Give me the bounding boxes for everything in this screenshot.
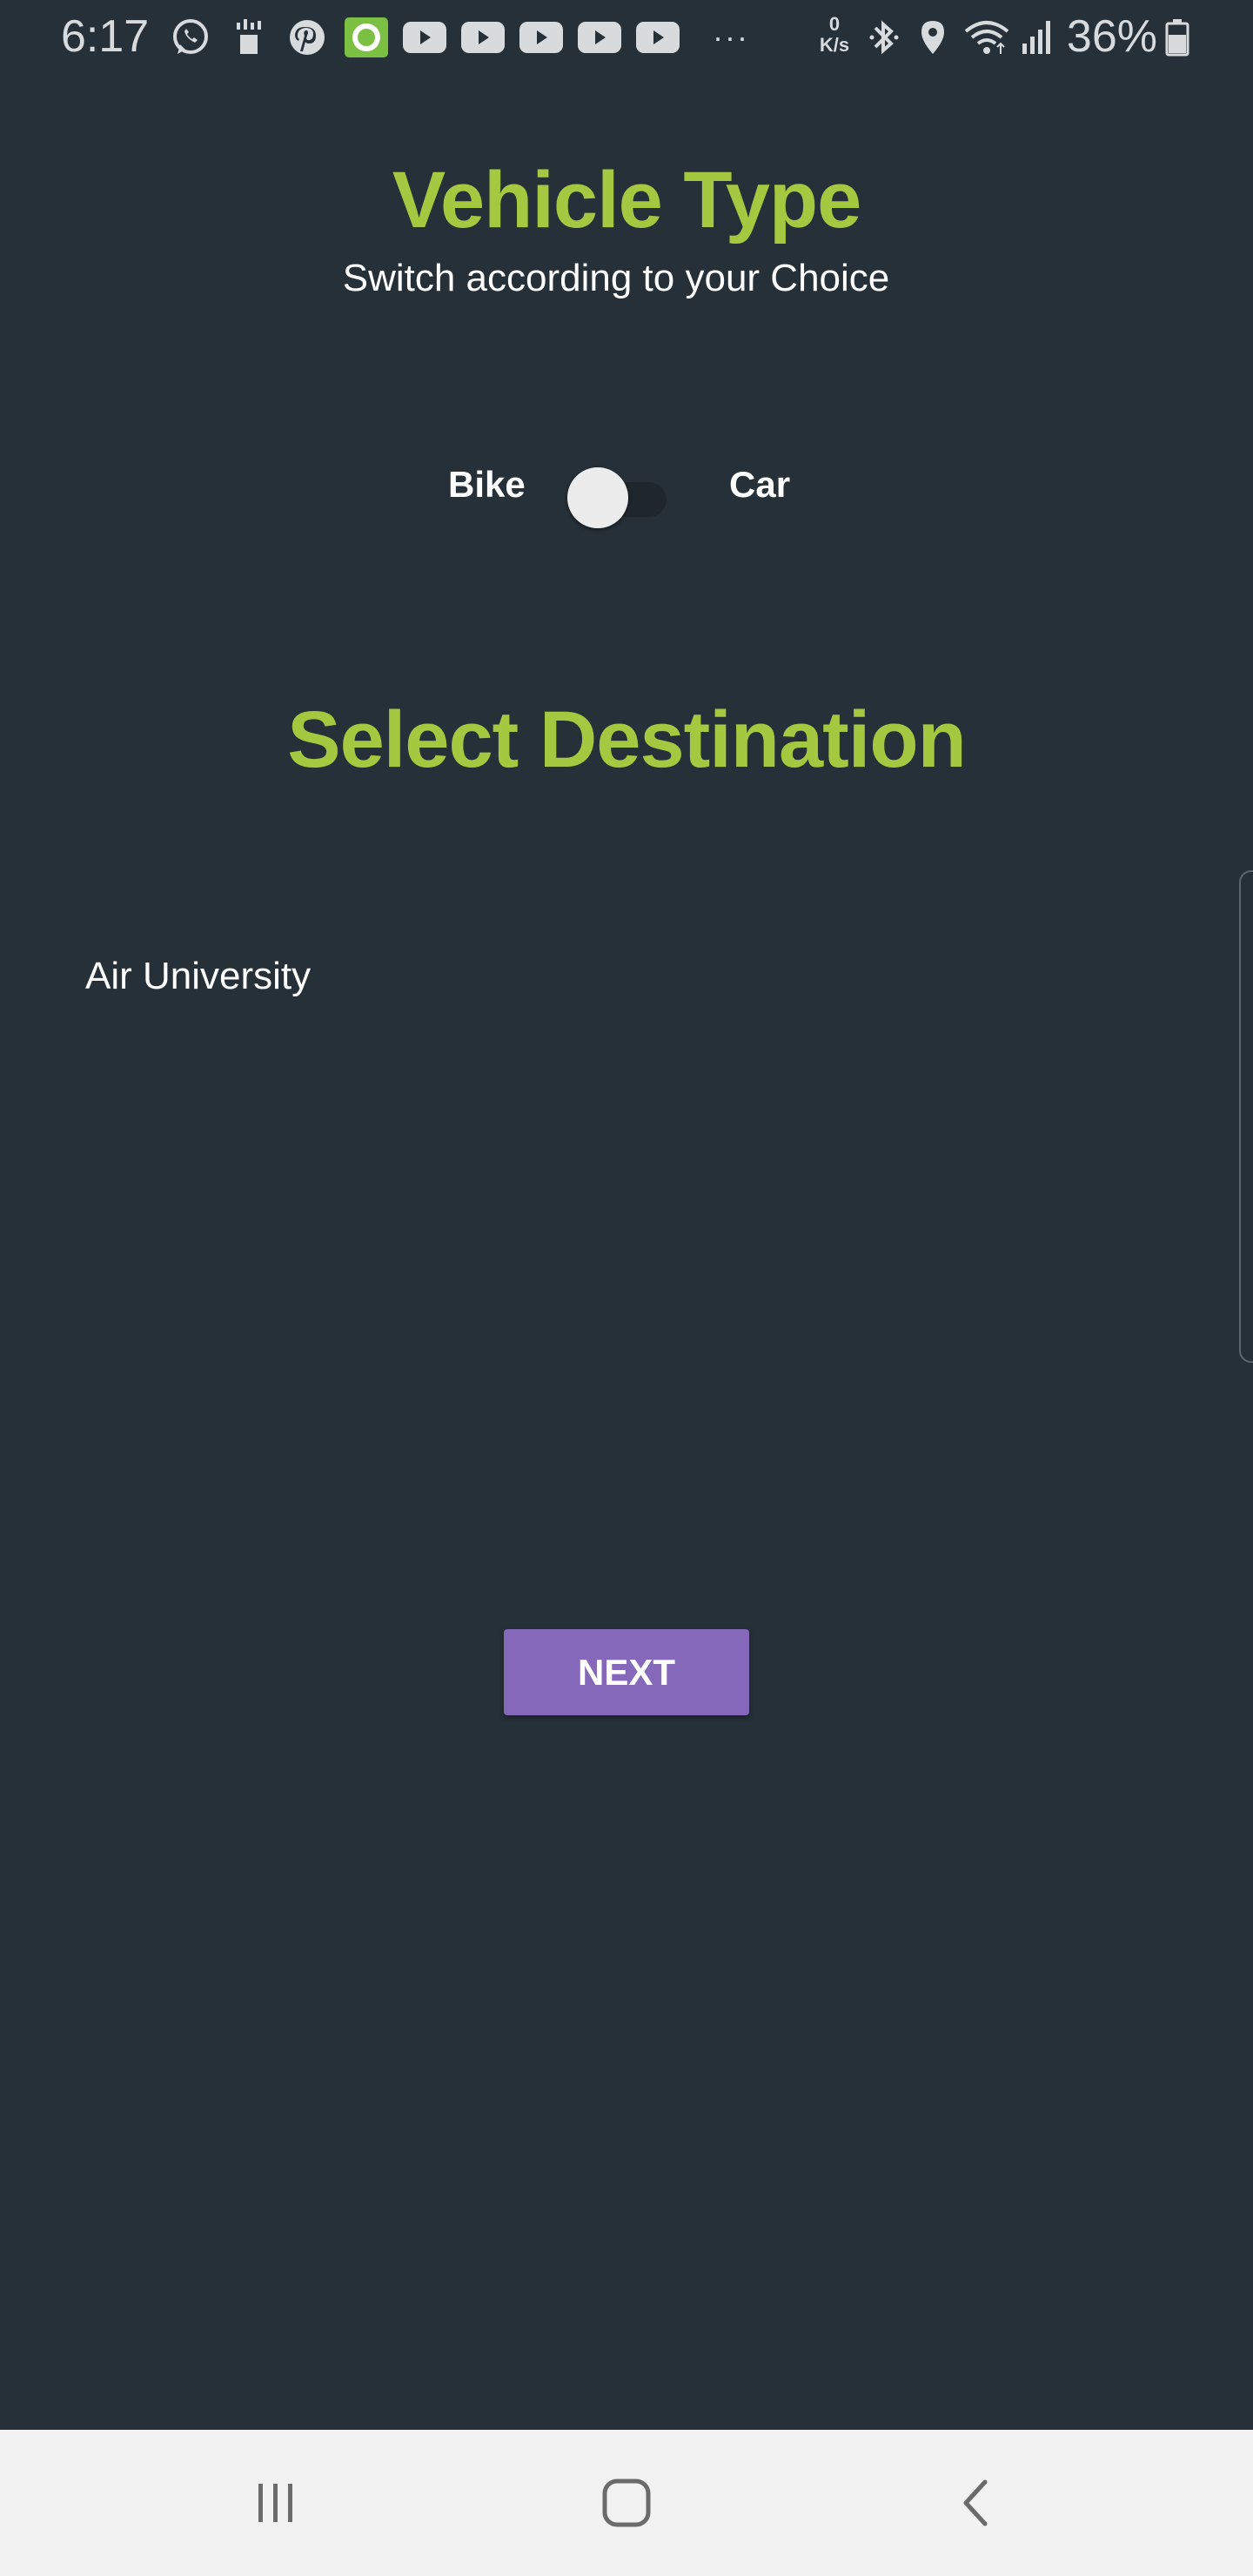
location-icon bbox=[915, 17, 950, 57]
status-bar: 6:17 ··· 0 K/s 36% bbox=[0, 0, 1253, 73]
youtube-icon bbox=[519, 17, 564, 57]
more-notifications-icon: ··· bbox=[713, 19, 749, 55]
select-destination-title: Select Destination bbox=[287, 695, 967, 784]
network-speed: 0 K/s bbox=[819, 13, 850, 56]
battery-percent: 36% bbox=[1066, 11, 1157, 62]
toggle-thumb[interactable] bbox=[567, 467, 628, 528]
car-label: Car bbox=[729, 464, 791, 505]
vehicle-type-toggle[interactable] bbox=[567, 466, 667, 528]
youtube-icon bbox=[635, 17, 680, 57]
youtube-icon bbox=[460, 17, 506, 57]
battery-icon bbox=[1163, 17, 1192, 57]
status-time: 6:17 bbox=[61, 11, 150, 62]
back-button[interactable] bbox=[933, 2459, 1020, 2546]
recent-apps-icon bbox=[258, 2484, 292, 2522]
youtube-icon bbox=[577, 17, 622, 57]
navigation-bar bbox=[0, 2430, 1253, 2576]
pinterest-icon bbox=[287, 17, 327, 57]
green-app-icon bbox=[345, 17, 388, 57]
destination-list-item[interactable]: Air University bbox=[85, 950, 311, 1003]
whatsapp-icon bbox=[169, 17, 212, 57]
recent-apps-button[interactable] bbox=[232, 2459, 319, 2546]
data-icon bbox=[231, 17, 266, 57]
vehicle-type-title: Vehicle Type bbox=[392, 156, 862, 245]
vehicle-type-subtitle: Switch according to your Choice bbox=[342, 257, 890, 299]
youtube-icon bbox=[402, 17, 447, 57]
back-icon bbox=[963, 2479, 988, 2526]
signal-icon bbox=[1018, 17, 1058, 57]
edge-panel-handle[interactable] bbox=[1239, 870, 1253, 1363]
wifi-icon bbox=[962, 17, 1011, 57]
home-icon bbox=[602, 2479, 651, 2527]
bike-label: Bike bbox=[448, 464, 526, 505]
bluetooth-icon bbox=[867, 17, 901, 57]
home-button[interactable] bbox=[583, 2459, 670, 2546]
next-button[interactable]: NEXT bbox=[504, 1629, 749, 1715]
